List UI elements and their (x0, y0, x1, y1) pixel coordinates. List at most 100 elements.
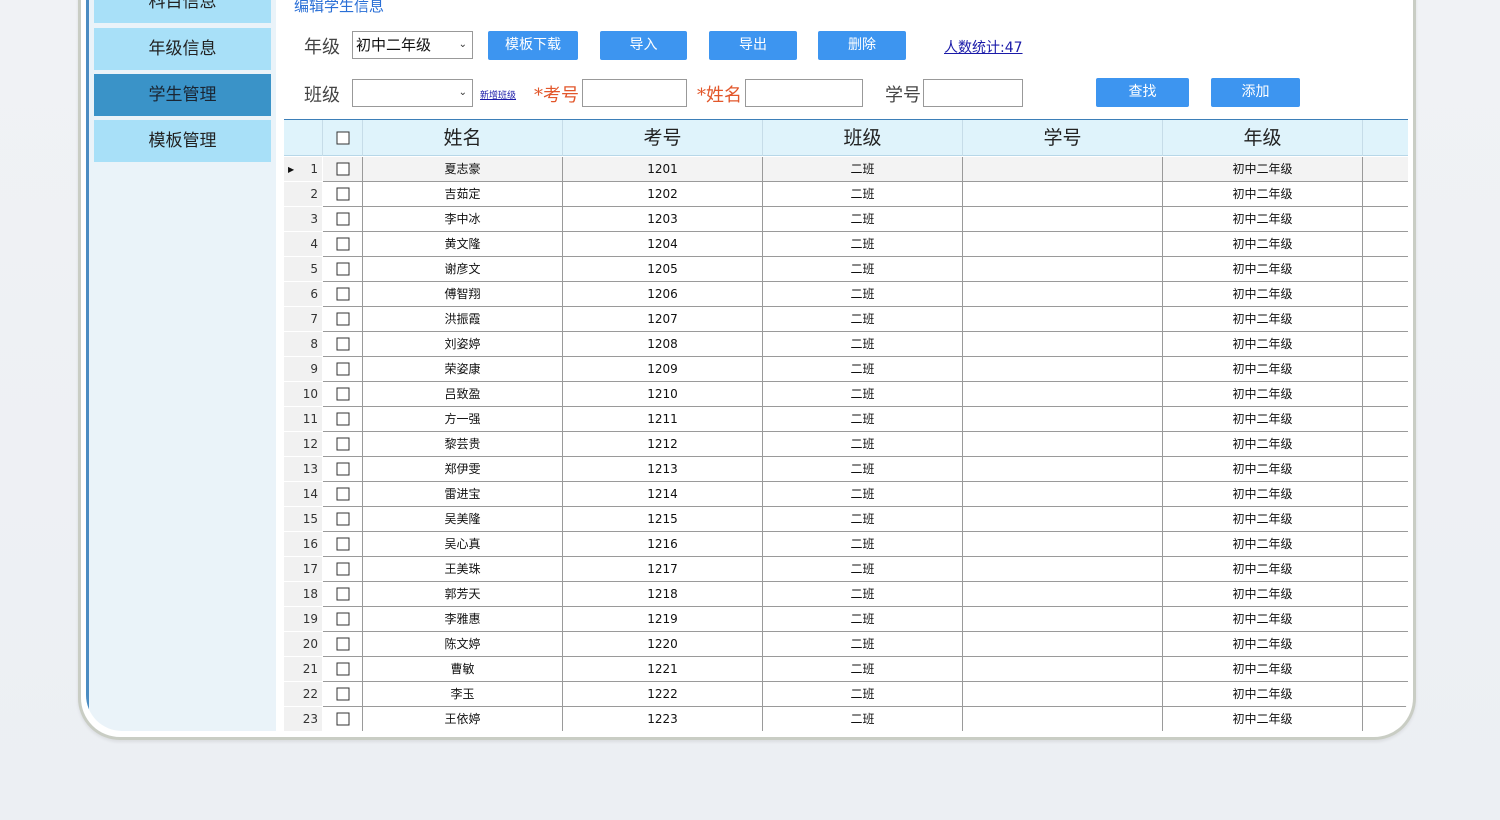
checkbox-icon[interactable] (336, 212, 349, 226)
cell-grade[interactable]: 初中二年级 (1163, 482, 1363, 507)
cell-student-number[interactable] (963, 382, 1163, 407)
table-row[interactable]: 13 郑伊雯 1213 二班 初中二年级 (284, 457, 1408, 482)
checkbox-icon[interactable] (336, 262, 349, 276)
export-button[interactable]: 导出 (709, 31, 797, 60)
table-row[interactable]: 11 方一强 1211 二班 初中二年级 (284, 407, 1408, 432)
table-row[interactable]: 7 洪振霞 1207 二班 初中二年级 (284, 307, 1408, 332)
sidebar-item-grade-info[interactable]: 年级信息 (94, 28, 271, 70)
cell-class[interactable]: 二班 (763, 382, 963, 407)
cell-student-number[interactable] (963, 632, 1163, 657)
edit-student-link[interactable]: 编辑学生信息 (294, 0, 384, 16)
cell-student-number[interactable] (963, 182, 1163, 207)
cell-exam-number[interactable]: 1216 (563, 532, 763, 557)
cell-exam-number[interactable]: 1205 (563, 257, 763, 282)
checkbox-icon[interactable] (336, 162, 349, 176)
cell-grade[interactable]: 初中二年级 (1163, 507, 1363, 532)
cell-name[interactable]: 荣姿康 (363, 357, 563, 382)
cell-exam-number[interactable]: 1223 (563, 707, 763, 731)
cell-name[interactable]: 王美珠 (363, 557, 563, 582)
cell-name[interactable]: 陈文婷 (363, 632, 563, 657)
import-button[interactable]: 导入 (600, 31, 687, 60)
checkbox-icon[interactable] (336, 387, 349, 401)
table-row[interactable]: 8 刘姿婷 1208 二班 初中二年级 (284, 332, 1408, 357)
cell-name[interactable]: 傅智翔 (363, 282, 563, 307)
row-select-cell[interactable] (323, 207, 363, 232)
table-row[interactable]: 14 雷进宝 1214 二班 初中二年级 (284, 482, 1408, 507)
cell-student-number[interactable] (963, 482, 1163, 507)
cell-class[interactable]: 二班 (763, 357, 963, 382)
row-select-cell[interactable] (323, 482, 363, 507)
cell-student-number[interactable] (963, 407, 1163, 432)
cell-exam-number[interactable]: 1218 (563, 582, 763, 607)
cell-student-number[interactable] (963, 257, 1163, 282)
cell-exam-number[interactable]: 1204 (563, 232, 763, 257)
cell-exam-number[interactable]: 1214 (563, 482, 763, 507)
table-row[interactable]: 20 陈文婷 1220 二班 初中二年级 (284, 632, 1408, 657)
cell-grade[interactable]: 初中二年级 (1163, 657, 1363, 682)
cell-name[interactable]: 李玉 (363, 682, 563, 707)
column-header-class[interactable]: 班级 (763, 120, 963, 156)
student-count-link[interactable]: 人数统计:47 (944, 37, 1023, 57)
cell-grade[interactable]: 初中二年级 (1163, 232, 1363, 257)
cell-name[interactable]: 吴美隆 (363, 507, 563, 532)
table-row[interactable]: 16 吴心真 1216 二班 初中二年级 (284, 532, 1408, 557)
row-select-cell[interactable] (323, 407, 363, 432)
table-row[interactable]: 18 郭芳天 1218 二班 初中二年级 (284, 582, 1408, 607)
name-input[interactable] (745, 79, 863, 107)
row-select-cell[interactable] (323, 432, 363, 457)
cell-class[interactable]: 二班 (763, 482, 963, 507)
checkbox-icon[interactable] (336, 337, 349, 351)
checkbox-icon[interactable] (336, 462, 349, 476)
cell-student-number[interactable] (963, 707, 1163, 731)
row-select-cell[interactable] (323, 682, 363, 707)
exam-number-input[interactable] (582, 79, 687, 107)
cell-class[interactable]: 二班 (763, 407, 963, 432)
checkbox-icon[interactable] (336, 612, 349, 626)
table-row[interactable]: 23 王依婷 1223 二班 初中二年级 (284, 707, 1408, 731)
checkbox-icon[interactable] (336, 287, 349, 301)
cell-grade[interactable]: 初中二年级 (1163, 607, 1363, 632)
cell-name[interactable]: 曹敏 (363, 657, 563, 682)
sidebar-item-student-management[interactable]: 学生管理 (94, 74, 271, 116)
student-number-input[interactable] (923, 79, 1023, 107)
cell-class[interactable]: 二班 (763, 232, 963, 257)
checkbox-icon[interactable] (336, 237, 349, 251)
table-row[interactable]: ▶ 1 夏志豪 1201 二班 初中二年级 (284, 157, 1408, 182)
cell-exam-number[interactable]: 1220 (563, 632, 763, 657)
checkbox-icon[interactable] (336, 712, 349, 726)
checkbox-icon[interactable] (336, 487, 349, 501)
cell-student-number[interactable] (963, 232, 1163, 257)
row-select-cell[interactable] (323, 232, 363, 257)
cell-class[interactable]: 二班 (763, 332, 963, 357)
cell-name[interactable]: 吕致盈 (363, 382, 563, 407)
cell-class[interactable]: 二班 (763, 307, 963, 332)
cell-grade[interactable]: 初中二年级 (1163, 382, 1363, 407)
grade-select[interactable]: 初中二年级 ⌄ (352, 31, 473, 59)
checkbox-icon[interactable] (336, 687, 349, 701)
table-row[interactable]: 21 曹敏 1221 二班 初中二年级 (284, 657, 1408, 682)
sidebar-item-template-management[interactable]: 模板管理 (94, 120, 271, 162)
cell-name[interactable]: 吉茹定 (363, 182, 563, 207)
checkbox-icon[interactable] (336, 187, 349, 201)
cell-class[interactable]: 二班 (763, 207, 963, 232)
row-select-cell[interactable] (323, 257, 363, 282)
cell-name[interactable]: 谢彦文 (363, 257, 563, 282)
cell-student-number[interactable] (963, 207, 1163, 232)
cell-name[interactable]: 黎芸贵 (363, 432, 563, 457)
cell-class[interactable]: 二班 (763, 657, 963, 682)
row-select-cell[interactable] (323, 582, 363, 607)
cell-grade[interactable]: 初中二年级 (1163, 207, 1363, 232)
header-select-all[interactable] (323, 120, 363, 156)
cell-exam-number[interactable]: 1208 (563, 332, 763, 357)
row-select-cell[interactable] (323, 182, 363, 207)
checkbox-icon[interactable] (336, 362, 349, 376)
cell-student-number[interactable] (963, 607, 1163, 632)
cell-class[interactable]: 二班 (763, 607, 963, 632)
table-row[interactable]: 22 李玉 1222 二班 初中二年级 (284, 682, 1408, 707)
column-header-grade[interactable]: 年级 (1163, 120, 1363, 156)
row-select-cell[interactable] (323, 282, 363, 307)
cell-name[interactable]: 刘姿婷 (363, 332, 563, 357)
cell-class[interactable]: 二班 (763, 507, 963, 532)
checkbox-icon[interactable] (336, 537, 349, 551)
cell-grade[interactable]: 初中二年级 (1163, 307, 1363, 332)
